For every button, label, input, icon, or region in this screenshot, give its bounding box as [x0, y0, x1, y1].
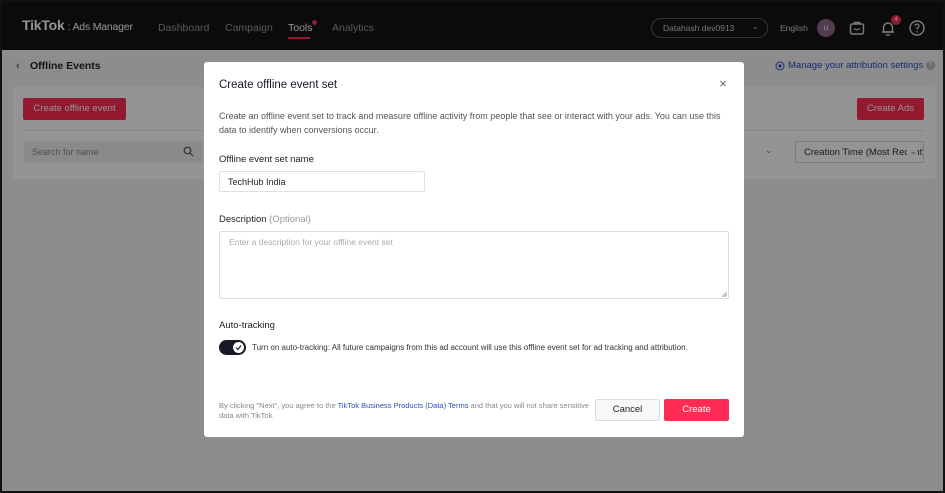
- dialog-description: Create an offline event set to track and…: [219, 111, 721, 135]
- cancel-button[interactable]: Cancel: [595, 399, 660, 421]
- modal-backdrop-top: [2, 2, 943, 50]
- auto-tracking-label: Auto-tracking: [219, 320, 275, 331]
- name-field-label: Offline event set name: [219, 154, 314, 165]
- terms-link[interactable]: TikTok Business Products (Data) Terms: [338, 401, 469, 410]
- resize-grip-icon[interactable]: [721, 291, 727, 297]
- terms-prefix: By clicking "Next", you agree to the: [219, 401, 338, 410]
- description-field-label: Description (Optional): [219, 214, 311, 225]
- auto-tracking-description: Turn on auto-tracking: All future campai…: [252, 343, 688, 352]
- event-set-name-value: TechHub India: [228, 177, 286, 187]
- auto-tracking-toggle[interactable]: [219, 340, 246, 355]
- description-textarea[interactable]: Enter a description for your offline eve…: [219, 231, 729, 299]
- description-placeholder: Enter a description for your offline eve…: [229, 237, 393, 247]
- terms-note: By clicking "Next", you agree to the Tik…: [219, 401, 589, 421]
- create-button[interactable]: Create: [664, 399, 729, 421]
- description-label-text: Description: [219, 214, 267, 225]
- app-window: TikTok: Ads Manager Dashboard Campaign T…: [0, 0, 945, 493]
- create-offline-event-set-dialog: Create offline event set × Create an off…: [204, 62, 744, 437]
- close-icon[interactable]: ×: [716, 77, 730, 91]
- dialog-title: Create offline event set: [219, 79, 338, 91]
- optional-tag: (Optional): [269, 214, 311, 225]
- toggle-knob: [233, 342, 244, 353]
- event-set-name-input[interactable]: TechHub India: [219, 171, 425, 192]
- checkmark-icon: [235, 345, 242, 351]
